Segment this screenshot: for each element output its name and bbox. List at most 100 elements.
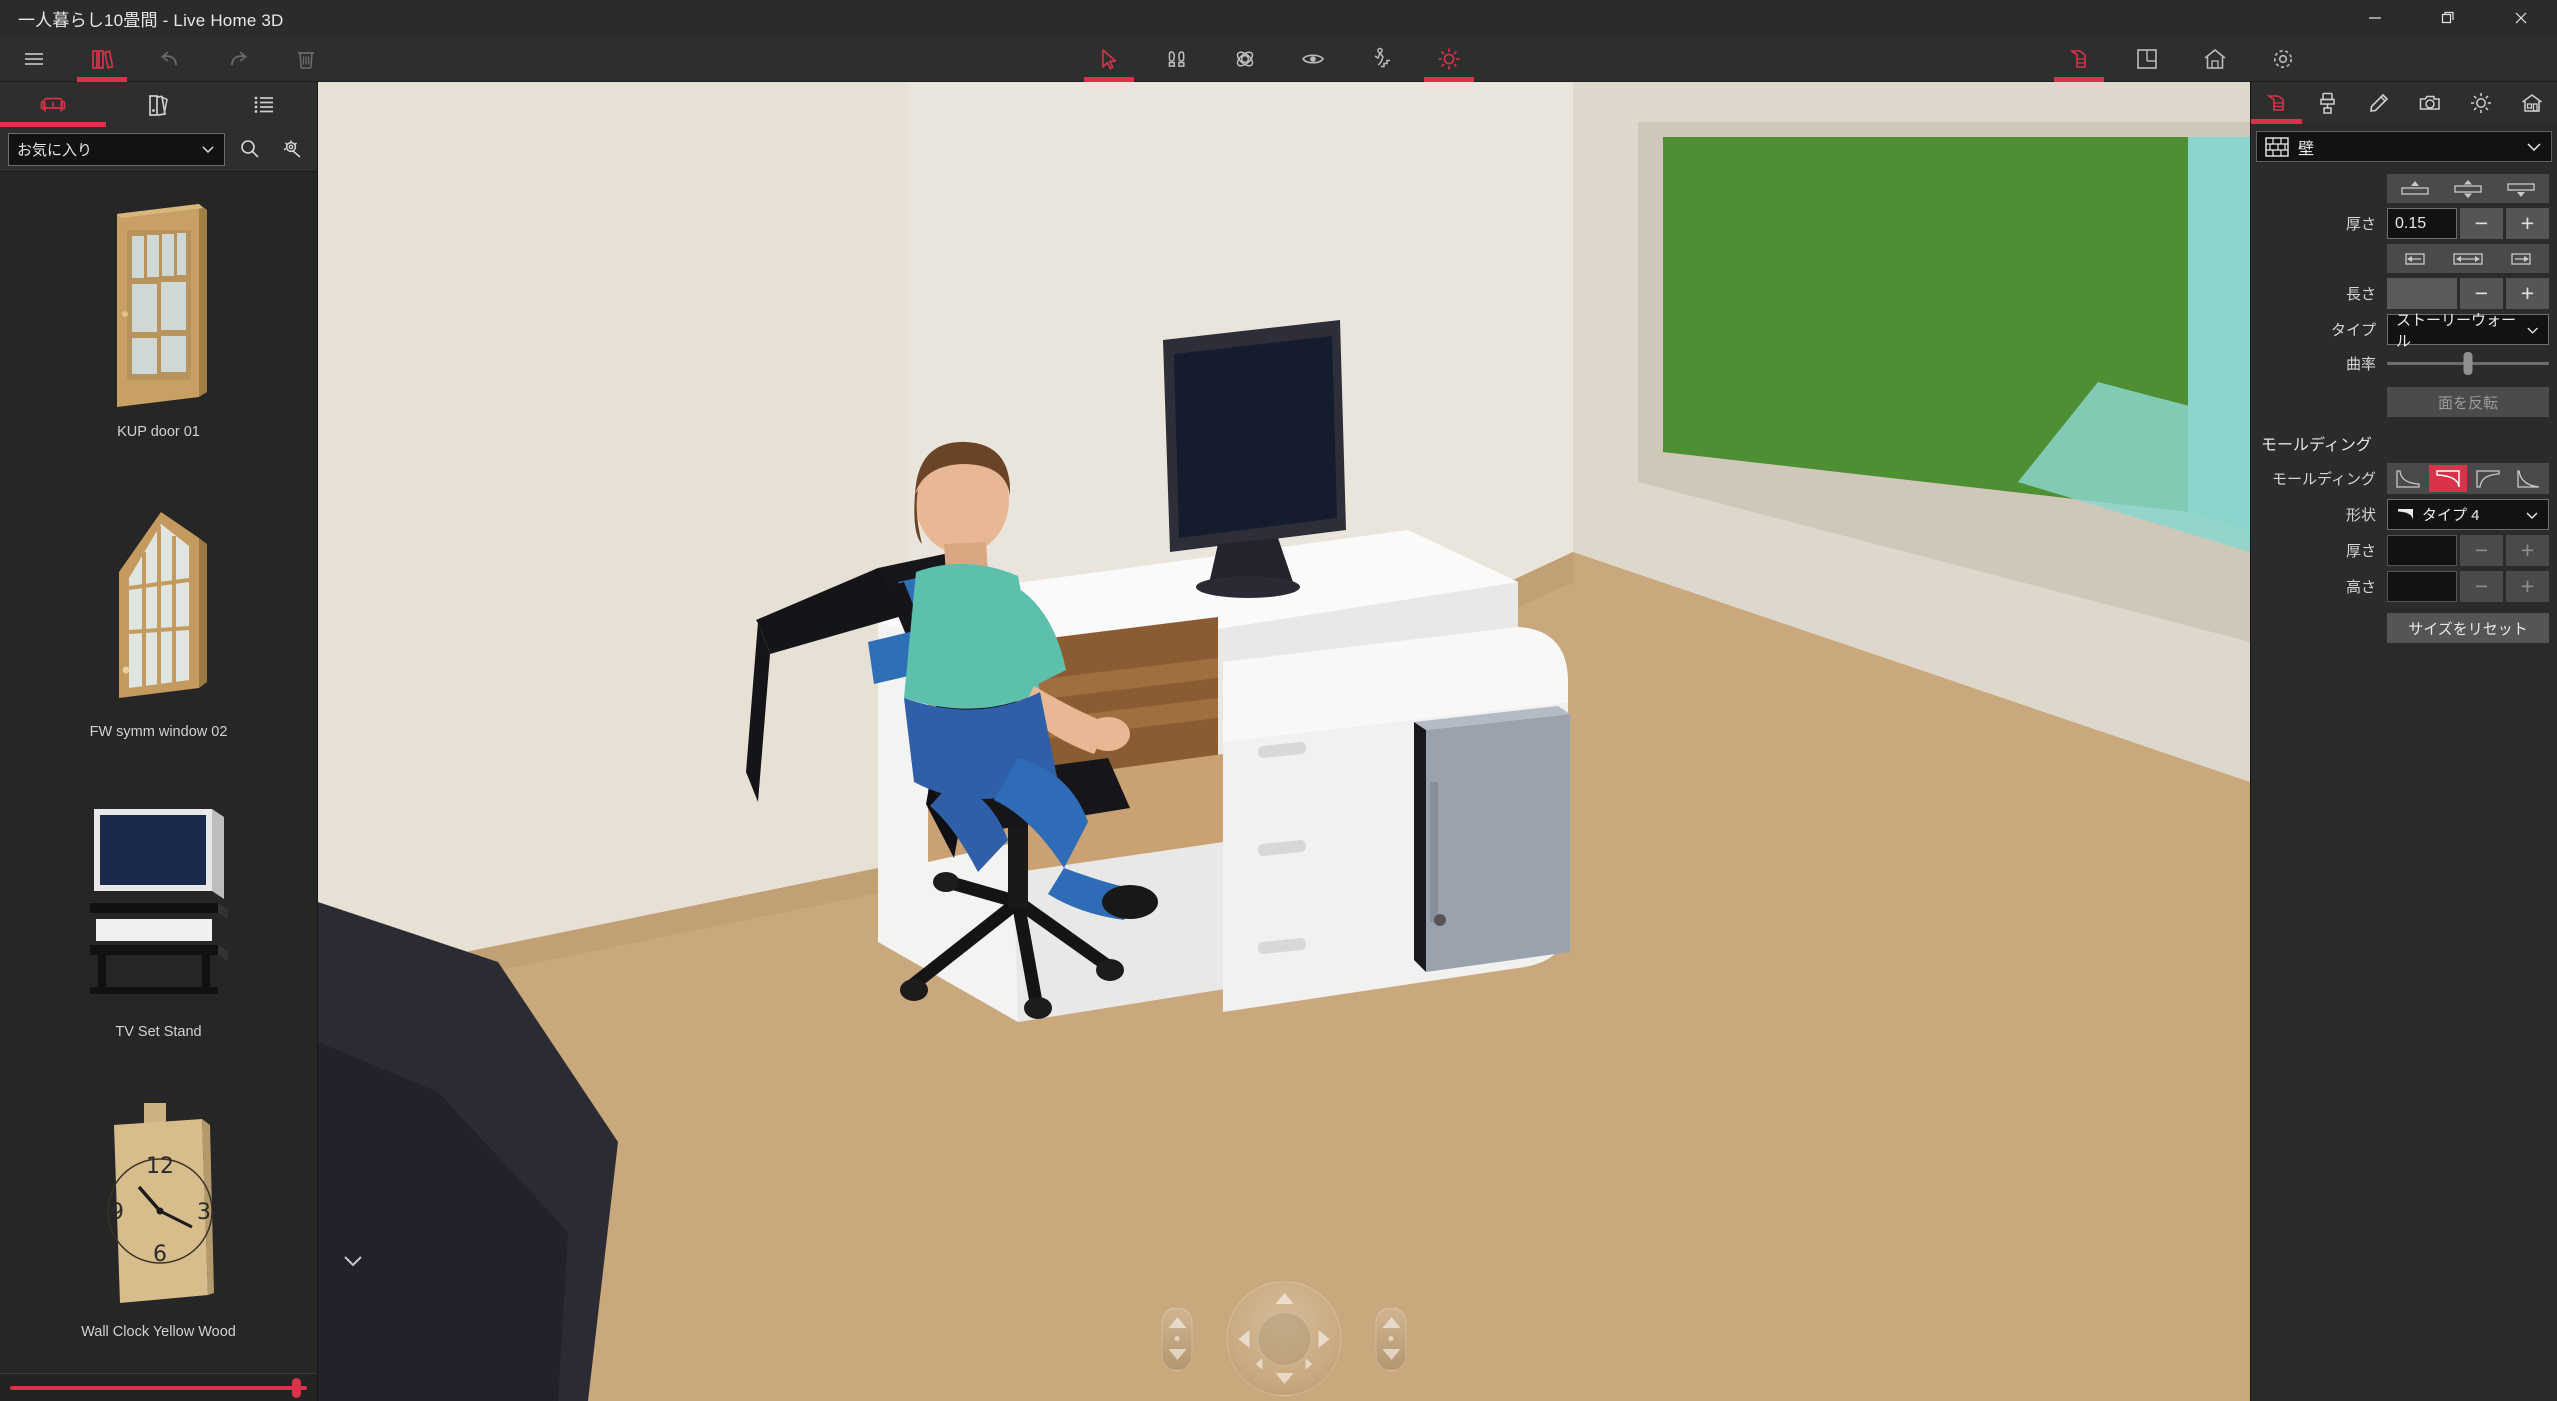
menu-icon[interactable] [0,36,68,82]
tab-furniture[interactable] [0,82,106,127]
molding-height-input[interactable] [2387,571,2457,602]
molding-height-decrement-button[interactable]: − [2460,571,2503,602]
slider-thumb[interactable] [2463,351,2473,375]
molding-shape-row: 形状 タイプ 4 [2259,499,2549,530]
length-input[interactable] [2387,278,2457,309]
curvature-label: 曲率 [2345,355,2376,373]
tab-camera[interactable] [2404,82,2455,124]
window-title: 一人暮らし10畳間 - Live Home 3D [18,10,284,30]
extend-left-button[interactable] [2390,247,2440,270]
wall-brick-icon [2265,136,2289,157]
title-bar: 一人暮らし10畳間 - Live Home 3D [0,0,2557,36]
thumbnail-size-slider[interactable] [10,1377,307,1398]
library-item-list[interactable]: KUP door 01 FW symm window 02 TV Set Sta… [0,172,317,1373]
molding-option-2[interactable] [2429,465,2467,492]
category-select[interactable]: お気に入り [8,132,225,166]
flip-face-row: 面を反転 [2259,381,2549,417]
collapse-panel-chevron-icon[interactable] [340,1251,366,1271]
molding-option-4[interactable] [2509,465,2547,492]
thickness-input[interactable]: 0.15 [2387,208,2457,239]
reset-size-row: サイズをリセット [2259,607,2549,643]
curvature-row: 曲率 [2259,350,2549,376]
zoom-control[interactable] [1375,1306,1407,1371]
align-top-button[interactable] [2390,177,2440,200]
tab-building[interactable] [2506,82,2557,124]
thickness-row: 厚さ 0.15 − + [2259,208,2549,239]
align-bottom-button[interactable] [2496,177,2546,200]
eye-icon[interactable] [1279,36,1347,82]
extend-right-button[interactable] [2496,247,2546,270]
home-icon[interactable] [2181,36,2249,82]
tab-list[interactable] [211,82,317,127]
minimize-button[interactable] [2338,0,2411,36]
curvature-slider[interactable] [2387,350,2549,376]
walkthrough-icon[interactable] [1347,36,1415,82]
library-thumbnail: 12 3 6 9 [76,1086,242,1318]
chevron-down-icon [2527,327,2538,334]
thumbnail-size-slider-bar [0,1373,317,1401]
reset-size-button[interactable]: サイズをリセット [2387,613,2549,643]
tab-object[interactable] [2251,82,2302,124]
pan-orbit-disc[interactable] [1226,1281,1342,1396]
search-icon[interactable] [233,132,267,166]
molding-height-row: 高さ − + [2259,571,2549,602]
list-item[interactable]: TV Set Stand [0,772,317,1072]
extend-both-button[interactable] [2443,247,2493,270]
inspector-header[interactable]: 壁 [2256,131,2552,162]
molding-option-3[interactable] [2469,465,2507,492]
align-center-button[interactable] [2443,177,2493,200]
disc-center[interactable] [1257,1311,1311,1366]
tab-edit[interactable] [2353,82,2404,124]
molding-thickness-increment-button[interactable]: + [2506,535,2549,566]
settings-icon[interactable] [2249,36,2317,82]
length-increment-button[interactable]: + [2506,278,2549,309]
wall-icon[interactable] [2045,36,2113,82]
thickness-label: 厚さ [2345,216,2376,233]
flip-face-button[interactable]: 面を反転 [2387,387,2549,417]
molding-shape-preview-icon [2398,508,2413,520]
molding-shape-value: タイプ 4 [2422,507,2480,524]
elevation-control[interactable] [1161,1306,1193,1371]
slider-thumb[interactable] [292,1377,301,1398]
list-item[interactable]: FW symm window 02 [0,472,317,772]
library-settings-icon[interactable] [275,132,309,166]
length-decrement-button[interactable]: − [2460,278,2503,309]
length-extend-group [2387,244,2549,273]
3d-viewport[interactable] [318,82,2250,1401]
list-item[interactable]: 12 3 6 9 Wall Clock Yellow Wood [0,1072,317,1372]
orbit-icon[interactable] [1211,36,1279,82]
molding-thickness-decrement-button[interactable]: − [2460,535,2503,566]
molding-height-increment-button[interactable]: + [2506,571,2549,602]
tab-materials[interactable] [106,82,212,127]
library-icon[interactable] [68,36,136,82]
library-search-bar: お気に入り [0,127,317,172]
restore-button[interactable] [2411,0,2484,36]
list-item[interactable]: KUP door 01 [0,172,317,472]
molding-thickness-input[interactable] [2387,535,2457,566]
wall-type-label: タイプ [2330,322,2376,339]
cursor-icon[interactable] [1075,36,1143,82]
molding-option-1[interactable] [2389,465,2427,492]
toolbar-center-group [1075,36,1483,82]
list-item-label: FW symm window 02 [89,724,228,740]
molding-shape-select[interactable]: タイプ 4 [2387,499,2549,530]
molding-height-label: 高さ [2345,579,2376,596]
molding-thickness-label: 厚さ [2345,543,2376,560]
close-button[interactable] [2484,0,2557,36]
thickness-increment-button[interactable]: + [2506,208,2549,239]
tab-light[interactable] [2455,82,2506,124]
chevron-down-icon[interactable] [2525,138,2543,156]
molding-option-group [2387,463,2549,494]
wall-type-select[interactable]: ストーリーウォール [2387,312,2549,350]
redo-icon[interactable] [204,36,272,82]
footprints-icon[interactable] [1143,36,1211,82]
sun-icon[interactable] [1415,36,1483,82]
main-toolbar [0,36,2557,82]
inspector-body: 厚さ 0.15 − + 長さ − + タイプ ストーリーウォール 曲率 面を反転… [2251,162,2557,648]
tab-material[interactable] [2302,82,2353,124]
undo-icon[interactable] [136,36,204,82]
length-row: 長さ − + [2259,278,2549,309]
trash-icon[interactable] [272,36,340,82]
floorplan-icon[interactable] [2113,36,2181,82]
thickness-decrement-button[interactable]: − [2460,208,2503,239]
